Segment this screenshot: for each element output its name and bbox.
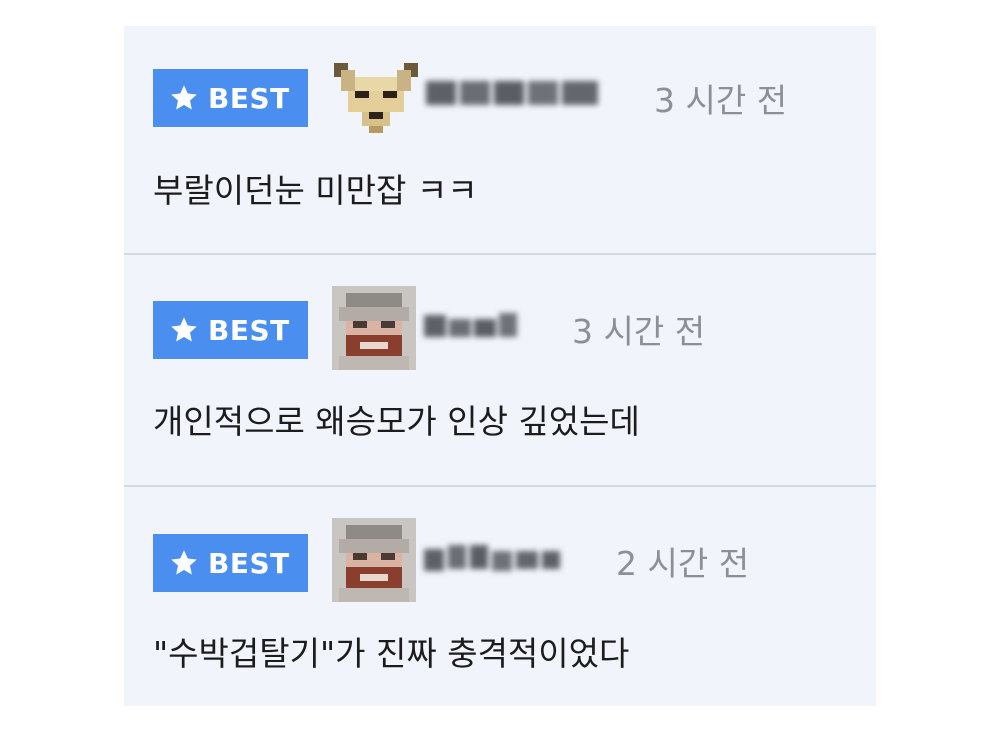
username-blurred[interactable] xyxy=(424,309,520,341)
comment-item: BEST 2 시간 전 "수박겁탈기"가 진짜 충격적이었다 xyxy=(124,487,876,706)
username-blurred[interactable] xyxy=(426,77,602,109)
best-badge: BEST xyxy=(153,534,308,592)
best-badge-label: BEST xyxy=(208,81,290,115)
face-avatar-icon xyxy=(332,518,416,602)
best-badge-label: BEST xyxy=(208,313,290,347)
comment-item: BEST 3 시간 전 개인적으로 왜승모가 인상 깊었는데 xyxy=(124,255,876,486)
username-blurred[interactable] xyxy=(424,541,564,573)
best-badge-label: BEST xyxy=(208,546,290,580)
best-badge: BEST xyxy=(153,69,308,127)
comment-timestamp: 2 시간 전 xyxy=(616,544,750,583)
comment-text: 개인적으로 왜승모가 인상 깊었는데 xyxy=(153,402,640,441)
comment-item: BEST 3 시간 전 부랄이던눈 미만잡 ㅋㅋ xyxy=(124,26,876,254)
star-icon xyxy=(169,83,199,113)
star-icon xyxy=(169,315,199,345)
user-avatar[interactable] xyxy=(334,56,418,140)
comment-timestamp: 3 시간 전 xyxy=(572,312,706,351)
best-badge: BEST xyxy=(153,301,308,359)
dog-avatar-icon xyxy=(334,56,418,140)
best-comments-panel: BEST 3 시간 전 부랄이던눈 미만잡 ㅋㅋ BEST 3 시간 전 개인적… xyxy=(124,26,876,706)
comment-timestamp: 3 시간 전 xyxy=(654,81,788,120)
comment-text: "수박겁탈기"가 진짜 충격적이었다 xyxy=(153,634,630,673)
comment-text: 부랄이던눈 미만잡 ㅋㅋ xyxy=(153,171,478,210)
face-avatar-icon xyxy=(332,286,416,370)
user-avatar[interactable] xyxy=(332,518,416,602)
user-avatar[interactable] xyxy=(332,286,416,370)
star-icon xyxy=(169,548,199,578)
